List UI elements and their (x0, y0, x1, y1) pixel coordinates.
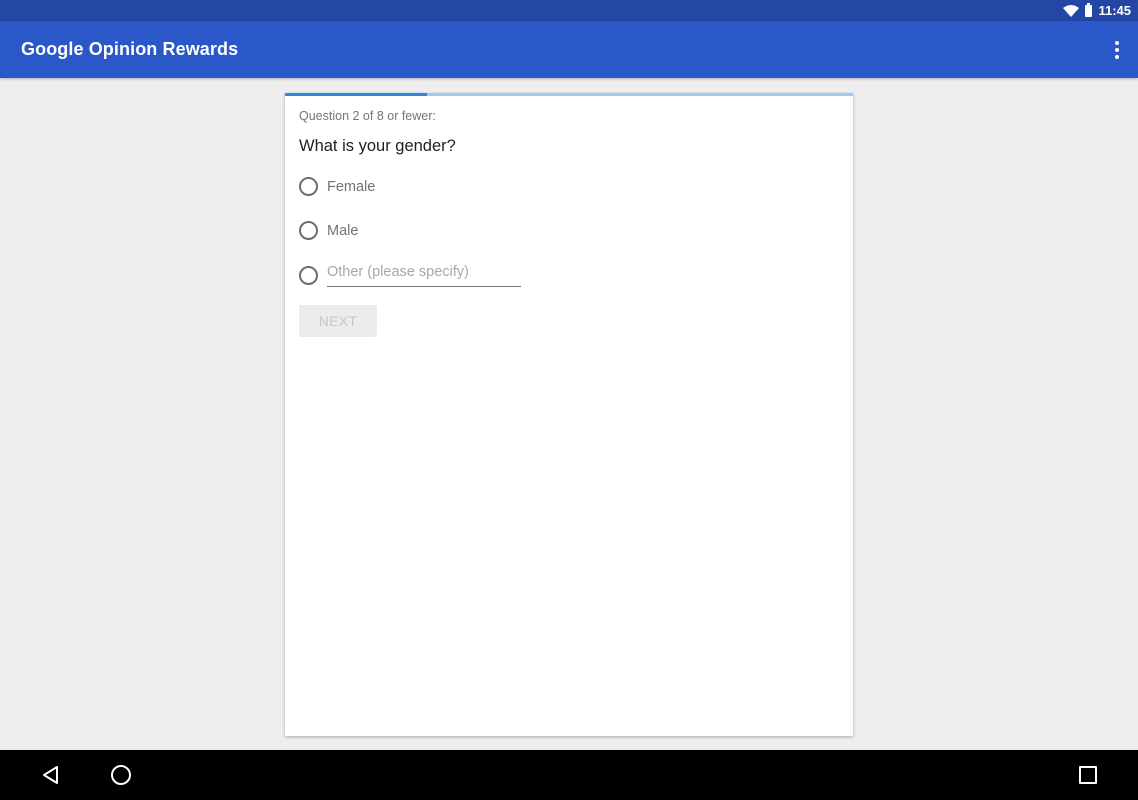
recents-button[interactable] (1063, 750, 1113, 800)
question-text: What is your gender? (299, 137, 456, 155)
radio-button-icon[interactable] (299, 221, 318, 240)
app-title: Google Opinion Rewards (21, 39, 239, 59)
recents-icon (1079, 766, 1097, 784)
status-bar: 11:45 (0, 0, 1138, 21)
app-bar: Google Opinion Rewards (0, 21, 1138, 78)
home-icon (111, 765, 131, 785)
option-female[interactable]: Female (299, 177, 375, 196)
more-vert-icon[interactable] (1114, 41, 1120, 59)
navigation-bar (0, 750, 1138, 800)
radio-button-icon[interactable] (299, 177, 318, 196)
status-time: 11:45 (1098, 3, 1131, 18)
radio-button-icon[interactable] (299, 265, 318, 285)
option-label: Female (327, 178, 376, 195)
survey-progress-bar (285, 93, 853, 96)
battery-icon (1085, 3, 1093, 17)
home-button[interactable] (96, 750, 146, 800)
wifi-icon (1063, 4, 1080, 17)
option-male[interactable]: Male (299, 221, 358, 240)
back-button[interactable] (25, 750, 75, 800)
back-icon (43, 766, 58, 784)
option-other[interactable] (299, 263, 521, 287)
survey-card: Question 2 of 8 or fewer: What is your g… (285, 93, 853, 736)
question-count: Question 2 of 8 or fewer: (299, 109, 436, 123)
status-icons: 11:45 (1063, 0, 1131, 21)
next-button[interactable]: NEXT (299, 305, 377, 337)
option-label: Male (327, 222, 359, 239)
survey-progress-fill (285, 93, 427, 96)
other-specify-input[interactable] (327, 263, 521, 287)
